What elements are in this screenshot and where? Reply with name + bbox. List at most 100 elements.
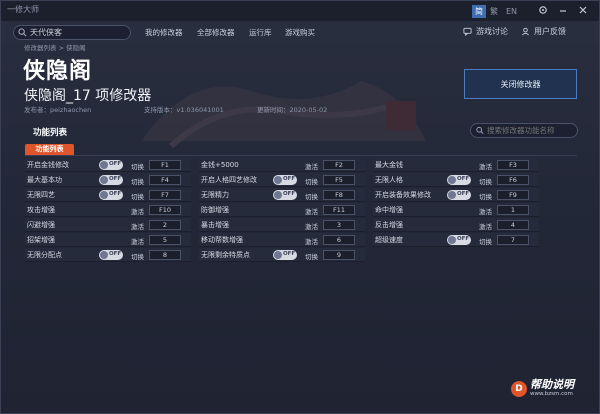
watermark-brand: 帮助说明	[530, 378, 574, 391]
hotkey-mode: 激活	[305, 238, 318, 246]
nav-all-trainers[interactable]: 全部修改器	[197, 27, 235, 38]
lang-english[interactable]: EN	[502, 6, 521, 17]
hotkey-field[interactable]: F9	[497, 190, 529, 200]
feature-search-input[interactable]	[487, 126, 577, 135]
feature-row: 金钱+5000 激活 F2	[199, 158, 365, 172]
hotkey-field[interactable]: F6	[497, 175, 529, 185]
hotkey-field[interactable]: 9	[323, 250, 355, 260]
feature-row: 移动帮数增强 激活 6	[199, 233, 365, 247]
nav-game-shop[interactable]: 游戏购买	[285, 27, 315, 38]
settings-icon[interactable]	[537, 5, 549, 17]
toggle-knob	[274, 176, 282, 184]
minimize-icon[interactable]	[557, 5, 569, 17]
feature-row: 最大金钱 激活 F3	[373, 158, 539, 172]
toggle-state: OFF	[283, 191, 296, 197]
toggle-knob	[448, 176, 456, 184]
hotkey-field[interactable]: 3	[323, 220, 355, 230]
feature-toggle[interactable]: OFF	[273, 190, 297, 200]
toggle-knob	[100, 191, 108, 199]
watermark-url: www.bzsm.com	[530, 391, 573, 397]
hotkey-field[interactable]: F8	[323, 190, 355, 200]
app-window: 一修大师 简 繁 EN 我的修改器 全部修改器 运行库 游戏购买 游戏讨论	[0, 0, 600, 414]
hotkey-field[interactable]: F10	[149, 205, 181, 215]
hotkey-field[interactable]: 6	[323, 235, 355, 245]
tab-feature-list[interactable]: 功能列表	[25, 144, 74, 155]
hotkey-field[interactable]: F2	[323, 160, 355, 170]
hotkey-field[interactable]: 1	[497, 205, 529, 215]
forum-button[interactable]: 游戏讨论	[463, 26, 508, 37]
feature-toggle[interactable]: OFF	[447, 190, 471, 200]
lang-traditional[interactable]: 繁	[486, 5, 502, 18]
hotkey-field[interactable]: 7	[497, 235, 529, 245]
hotkey-field[interactable]: 5	[149, 235, 181, 245]
feature-label: 开启人格四艺修改	[201, 176, 257, 184]
search-icon	[18, 28, 27, 37]
hotkey-mode: 激活	[131, 208, 144, 216]
supported-version: 支持版本：v1.036041001	[144, 106, 224, 114]
feature-label: 最大金钱	[375, 161, 403, 169]
feature-column-3: 最大金钱 激活 F3 无限人格 OFF 切换 F6 开启装备效果修改 OFF 切换 F9 命中增强 激活…	[373, 158, 539, 248]
feature-search[interactable]	[470, 123, 578, 138]
feature-label: 反击增强	[375, 221, 403, 229]
feature-row: 暴击增强 激活 3	[199, 218, 365, 232]
hotkey-field[interactable]: F5	[323, 175, 355, 185]
hotkey-mode: 激活	[479, 223, 492, 231]
search-input[interactable]	[30, 28, 125, 37]
language-switch: 简 繁 EN	[472, 5, 521, 18]
feature-toggle[interactable]: OFF	[99, 160, 123, 170]
feedback-button[interactable]: 用户反馈	[521, 26, 566, 37]
feature-row: 无限人格 OFF 切换 F6	[373, 173, 539, 187]
feature-toggle[interactable]: OFF	[99, 175, 123, 185]
toggle-state: OFF	[109, 176, 122, 182]
feature-label: 无限分配点	[27, 251, 62, 259]
hotkey-mode: 切换	[479, 178, 492, 186]
feature-label: 最大基本功	[27, 176, 62, 184]
lang-simplified[interactable]: 简	[472, 5, 486, 18]
feature-toggle[interactable]: OFF	[273, 175, 297, 185]
feature-label: 命中增强	[375, 206, 403, 214]
hotkey-field[interactable]: 2	[149, 220, 181, 230]
feature-toggle[interactable]: OFF	[99, 190, 123, 200]
feature-row: 开启人格四艺修改 OFF 切换 F5	[199, 173, 365, 187]
nav-my-trainers[interactable]: 我的修改器	[145, 27, 183, 38]
game-search[interactable]	[13, 25, 131, 40]
breadcrumb: 修改器列表 > 侠隐阁	[24, 44, 86, 52]
toggle-state: OFF	[457, 191, 470, 197]
search-icon	[476, 126, 484, 135]
feature-row: 攻击增强 激活 F10	[25, 203, 191, 217]
hotkey-field[interactable]: 8	[149, 250, 181, 260]
feature-toggle[interactable]: OFF	[447, 235, 471, 245]
feature-toggle[interactable]: OFF	[447, 175, 471, 185]
feature-label: 无限剩余特质点	[201, 251, 250, 259]
hotkey-mode: 激活	[305, 208, 318, 216]
close-trainer-button[interactable]: 关闭修改器	[464, 69, 577, 99]
feature-toggle[interactable]: OFF	[99, 250, 123, 260]
hotkey-field[interactable]: F7	[149, 190, 181, 200]
hotkey-mode: 切换	[479, 238, 492, 246]
hotkey-mode: 切换	[131, 178, 144, 186]
feature-row: 闪避增强 激活 2	[25, 218, 191, 232]
app-title: 一修大师	[7, 5, 39, 14]
toggle-knob	[448, 236, 456, 244]
chat-icon	[463, 27, 472, 36]
hotkey-field[interactable]: F3	[497, 160, 529, 170]
nav-runtime[interactable]: 运行库	[249, 27, 272, 38]
tab-divider	[25, 155, 577, 156]
feature-label: 金钱+5000	[201, 161, 239, 169]
feature-label: 无限人格	[375, 176, 403, 184]
hotkey-field[interactable]: F1	[149, 160, 181, 170]
hotkey-mode: 激活	[305, 223, 318, 231]
close-icon[interactable]	[577, 5, 589, 17]
hotkey-field[interactable]: F4	[149, 175, 181, 185]
toggle-state: OFF	[283, 176, 296, 182]
title-bar: 一修大师 简 繁 EN	[1, 1, 599, 21]
feature-row: 超级速度 OFF 切换 7	[373, 233, 539, 247]
toggle-state: OFF	[109, 161, 122, 167]
feature-toggle[interactable]: OFF	[273, 250, 297, 260]
feature-label: 移动帮数增强	[201, 236, 243, 244]
hotkey-field[interactable]: 4	[497, 220, 529, 230]
hotkey-mode: 切换	[131, 193, 144, 201]
hotkey-field[interactable]: F11	[323, 205, 355, 215]
toggle-knob	[100, 251, 108, 259]
toggle-knob	[274, 251, 282, 259]
